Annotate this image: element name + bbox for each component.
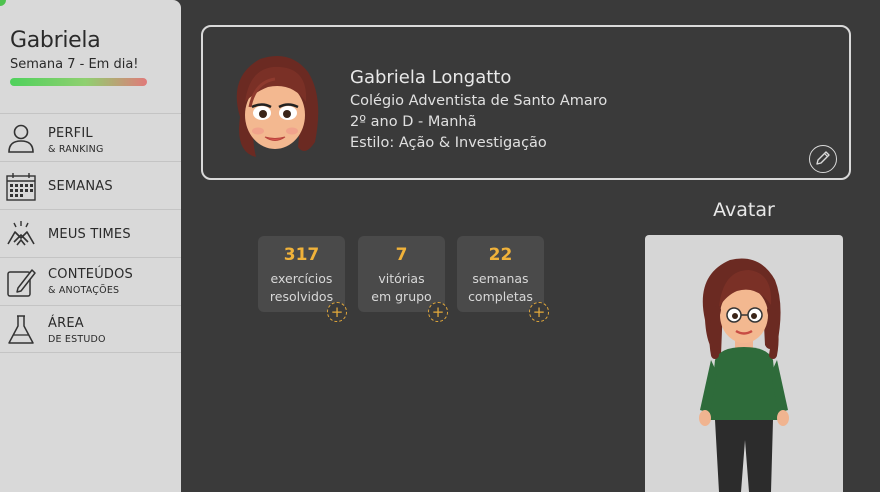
week-progress-bar: [10, 78, 147, 86]
stat-value: 7: [395, 245, 408, 265]
stat-weeks: 22 semanas completas: [457, 236, 544, 312]
stat-label-line: vitórias: [378, 271, 425, 286]
pencil-icon: [816, 151, 830, 165]
avatar-figure: [699, 258, 789, 492]
sidebar-nav: PERFIL & RANKING SEMANAS MEUS TIMES CONT…: [0, 113, 181, 353]
plus-icon: +: [330, 303, 344, 321]
profile-avatar: [236, 55, 319, 157]
sidebar-item-sublabel: DE ESTUDO: [48, 334, 106, 345]
stat-value: 22: [488, 245, 513, 265]
user-name: Gabriela: [10, 28, 101, 53]
profile-name: Gabriela Longatto: [350, 67, 512, 88]
sidebar-item-area[interactable]: ÁREA DE ESTUDO: [0, 305, 181, 353]
plus-icon: +: [532, 303, 546, 321]
stat-label: semanas completas: [457, 270, 544, 306]
sidebar-item-meus-times[interactable]: MEUS TIMES: [0, 209, 181, 257]
sidebar-item-sublabel: & ANOTAÇÕES: [48, 285, 120, 296]
profile-school: Colégio Adventista de Santo Amaro: [350, 93, 608, 109]
sidebar-item-sublabel: & RANKING: [48, 144, 104, 155]
stat-label-line: semanas: [472, 271, 529, 286]
edit-profile-button[interactable]: [809, 145, 837, 173]
sidebar-item-label: MEUS TIMES: [48, 227, 131, 242]
stat-value: 317: [283, 245, 320, 265]
add-victories-button[interactable]: +: [428, 302, 448, 322]
stat-victories: 7 vitórias em grupo: [358, 236, 445, 312]
add-weeks-button[interactable]: +: [529, 302, 549, 322]
stat-label: exercícios resolvidos: [258, 270, 345, 306]
pencil-note-icon: [7, 269, 36, 297]
sidebar-item-label: ÁREA: [48, 316, 84, 331]
plus-icon: +: [431, 303, 445, 321]
stat-label-line: exercícios: [270, 271, 333, 286]
profile-card: Gabriela Longatto Colégio Adventista de …: [201, 25, 851, 180]
stat-label: vitórias em grupo: [358, 270, 445, 306]
avatar-panel[interactable]: [645, 235, 843, 492]
stat-exercises: 317 exercícios resolvidos: [258, 236, 345, 312]
sidebar-item-label: PERFIL: [48, 126, 93, 141]
avatar-title: Avatar: [713, 199, 775, 221]
sidebar-item-conteudos[interactable]: CONTEÚDOS & ANOTAÇÕES: [0, 257, 181, 305]
handshake-icon: [7, 221, 35, 246]
profile-class: 2º ano D - Manhã: [350, 114, 477, 130]
status-dot: [0, 0, 6, 6]
profile-style: Estilo: Ação & Investigação: [350, 135, 547, 151]
calendar-icon: [6, 173, 36, 201]
add-exercises-button[interactable]: +: [327, 302, 347, 322]
sidebar-item-label: SEMANAS: [48, 179, 113, 194]
sidebar-item-label: CONTEÚDOS: [48, 267, 133, 282]
sidebar: Gabriela Semana 7 - Em dia! PERFIL & RAN…: [0, 0, 181, 492]
user-icon: [8, 124, 34, 153]
flask-icon: [8, 315, 34, 344]
sidebar-item-perfil[interactable]: PERFIL & RANKING: [0, 113, 181, 161]
sidebar-item-semanas[interactable]: SEMANAS: [0, 161, 181, 209]
week-status: Semana 7 - Em dia!: [10, 57, 139, 72]
